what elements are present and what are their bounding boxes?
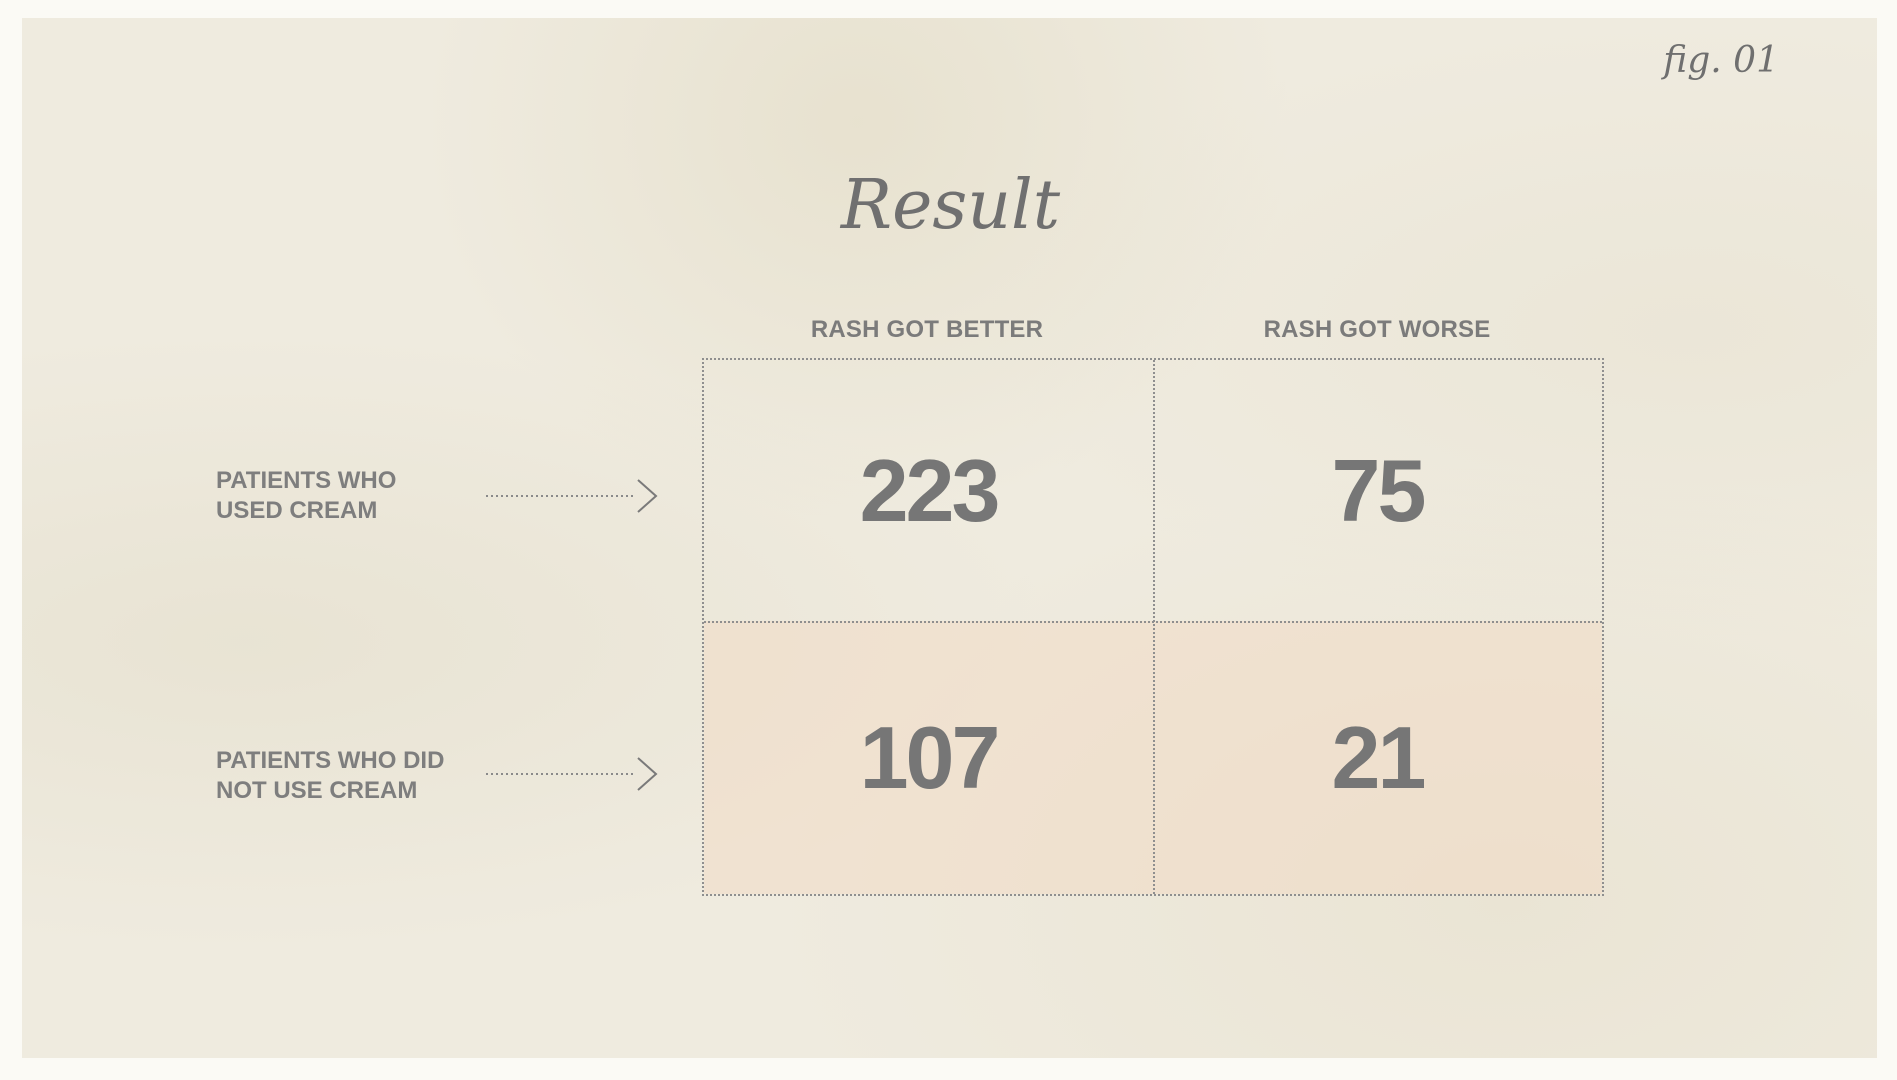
column-header-rash-got-worse: RASH GOT WORSE	[1263, 316, 1491, 343]
cell-no-cream-worse: 21	[1153, 621, 1602, 894]
row-label-did-not-use-cream: PATIENTS WHO DID NOT USE CREAM	[216, 746, 476, 806]
row-label-line: USED CREAM	[216, 497, 378, 524]
row-arrow-icon	[486, 479, 658, 513]
row-label-line: PATIENTS WHO DID	[216, 747, 445, 774]
row-label-line: PATIENTS WHO	[216, 467, 397, 494]
row-label-used-cream: PATIENTS WHO USED CREAM	[216, 466, 476, 526]
row-label-line: NOT USE CREAM	[216, 777, 418, 804]
chart-title: Result	[840, 166, 1061, 245]
column-divider	[1153, 360, 1155, 894]
column-header-rash-got-better: RASH GOT BETTER	[810, 316, 1044, 343]
cell-used-cream-worse: 75	[1331, 440, 1427, 540]
figure-label: fig. 01	[1663, 40, 1779, 81]
row-divider	[704, 621, 1602, 623]
row-arrow-icon	[486, 757, 658, 791]
cell-no-cream-better: 107	[704, 621, 1153, 894]
cell-used-cream-better: 223	[859, 440, 1001, 540]
contingency-table: 223 75 107 21	[702, 358, 1604, 896]
